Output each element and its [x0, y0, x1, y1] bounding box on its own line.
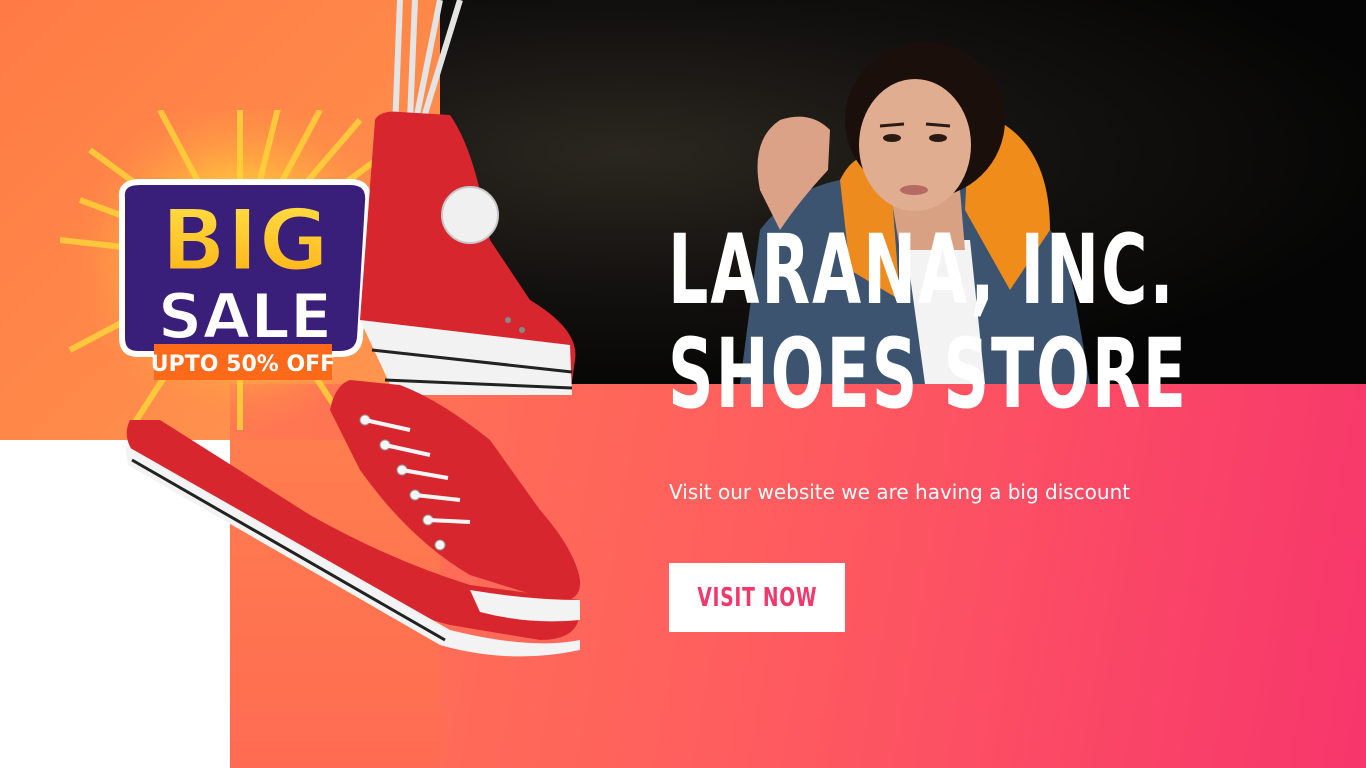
- visit-now-button[interactable]: VISIT NOW: [669, 563, 845, 632]
- store-headline: LARANA, INC. SHOES STORE: [668, 214, 1189, 430]
- hanging-sneakers: [125, 0, 581, 657]
- promo-banner: BIG SALE UPTO 50% OFF LARANA, INC. SHOES…: [0, 0, 1366, 768]
- headline-line-2: SHOES STORE: [668, 318, 1189, 430]
- discount-subtitle: Visit our website we are having a big di…: [669, 480, 1131, 504]
- visit-now-label: VISIT NOW: [697, 582, 817, 613]
- headline-line-1: LARANA, INC.: [668, 214, 1176, 326]
